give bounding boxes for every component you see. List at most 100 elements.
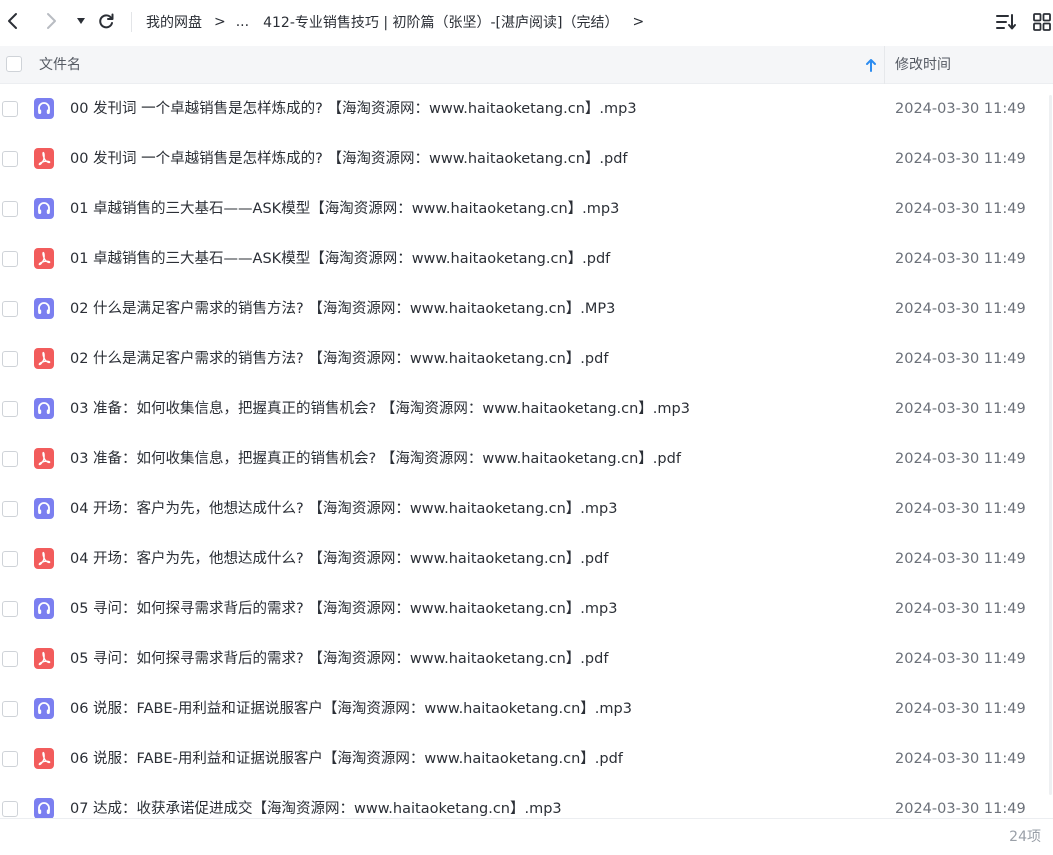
file-modified-time: 2024-03-30 11:49 [895, 551, 1026, 567]
caret-down-icon [77, 18, 85, 24]
file-row[interactable]: 07 达成：收获承诺促进成交【海淘资源网：www.haitaoketang.cn… [0, 784, 1053, 818]
breadcrumb-separator: > [214, 14, 226, 30]
file-row[interactable]: 01 卓越销售的三大基石——ASK模型【海淘资源网：www.haitaoketa… [0, 184, 1053, 234]
file-row[interactable]: 02 什么是满足客户需求的销售方法? 【海淘资源网：www.haitaoketa… [0, 334, 1053, 384]
breadcrumb-root[interactable]: 我的网盘 [146, 12, 202, 32]
file-row[interactable]: 06 说服：FABE-用利益和证据说服客户【海淘资源网：www.haitaoke… [0, 684, 1053, 734]
file-row[interactable]: 03 准备：如何收集信息，把握真正的销售机会? 【海淘资源网：www.haita… [0, 384, 1053, 434]
select-all-checkbox[interactable] [6, 56, 22, 72]
file-name[interactable]: 01 卓越销售的三大基石——ASK模型【海淘资源网：www.haitaoketa… [70, 184, 619, 234]
file-row[interactable]: 00 发刊词 一个卓越销售是怎样炼成的? 【海淘资源网：www.haitaoke… [0, 84, 1053, 134]
grid-icon [1033, 13, 1051, 31]
column-divider[interactable] [884, 46, 885, 84]
file-row[interactable]: 04 开场：客户为先，他想达成什么? 【海淘资源网：www.haitaoketa… [0, 484, 1053, 534]
pdf-icon [34, 548, 54, 569]
file-modified-time: 2024-03-30 11:49 [895, 601, 1026, 617]
grid-view-button[interactable] [1031, 11, 1053, 33]
file-name[interactable]: 01 卓越销售的三大基石——ASK模型【海淘资源网：www.haitaoketa… [70, 234, 610, 284]
breadcrumb-more[interactable]: > [632, 14, 644, 30]
pdf-icon [34, 248, 54, 269]
file-name[interactable]: 04 开场：客户为先，他想达成什么? 【海淘资源网：www.haitaoketa… [70, 534, 608, 584]
row-checkbox[interactable] [2, 751, 18, 767]
headphones-icon [34, 198, 54, 219]
file-name[interactable]: 04 开场：客户为先，他想达成什么? 【海淘资源网：www.haitaoketa… [70, 484, 617, 534]
column-header-name[interactable]: 文件名 [39, 46, 81, 84]
file-name[interactable]: 02 什么是满足客户需求的销售方法? 【海淘资源网：www.haitaoketa… [70, 334, 608, 384]
file-name[interactable]: 02 什么是满足客户需求的销售方法? 【海淘资源网：www.haitaoketa… [70, 284, 615, 334]
breadcrumb-ellipsis[interactable]: ... [236, 14, 249, 30]
file-modified-time: 2024-03-30 11:49 [895, 701, 1026, 717]
sort-ascending-icon[interactable] [864, 57, 878, 73]
headphones-icon [34, 98, 54, 119]
headphones-icon [34, 398, 54, 419]
chevron-left-icon [8, 13, 17, 29]
file-modified-time: 2024-03-30 11:49 [895, 751, 1026, 767]
breadcrumb-current: 412-专业销售技巧 | 初阶篇（张坚）-[湛庐阅读]（完结） [263, 15, 619, 31]
column-header-modified[interactable]: 修改时间 [895, 46, 951, 84]
file-name[interactable]: 00 发刊词 一个卓越销售是怎样炼成的? 【海淘资源网：www.haitaoke… [70, 84, 637, 134]
file-modified-time: 2024-03-30 11:49 [895, 401, 1026, 417]
refresh-icon [99, 13, 114, 29]
file-modified-time: 2024-03-30 11:49 [895, 151, 1026, 167]
file-row[interactable]: 05 寻问：如何探寻需求背后的需求? 【海淘资源网：www.haitaoketa… [0, 634, 1053, 684]
pdf-icon [34, 648, 54, 669]
headphones-icon [34, 698, 54, 719]
headphones-icon [34, 598, 54, 619]
file-name[interactable]: 03 准备：如何收集信息，把握真正的销售机会? 【海淘资源网：www.haita… [70, 384, 690, 434]
breadcrumb: 我的网盘 > ... 412-专业销售技巧 | 初阶篇（张坚）-[湛庐阅读]（完… [146, 0, 644, 44]
back-button[interactable] [2, 10, 24, 32]
pdf-icon [34, 748, 54, 769]
file-name[interactable]: 00 发刊词 一个卓越销售是怎样炼成的? 【海淘资源网：www.haitaoke… [70, 134, 628, 184]
file-modified-time: 2024-03-30 11:49 [895, 651, 1026, 667]
file-modified-time: 2024-03-30 11:49 [895, 251, 1026, 267]
row-checkbox[interactable] [2, 451, 18, 467]
file-modified-time: 2024-03-30 11:49 [895, 801, 1026, 817]
file-modified-time: 2024-03-30 11:49 [895, 301, 1026, 317]
file-row[interactable]: 04 开场：客户为先，他想达成什么? 【海淘资源网：www.haitaoketa… [0, 534, 1053, 584]
row-checkbox[interactable] [2, 401, 18, 417]
row-checkbox[interactable] [2, 801, 18, 817]
file-modified-time: 2024-03-30 11:49 [895, 451, 1026, 467]
file-row[interactable]: 02 什么是满足客户需求的销售方法? 【海淘资源网：www.haitaoketa… [0, 284, 1053, 334]
status-bar: 24项 [0, 818, 1053, 855]
file-row[interactable]: 03 准备：如何收集信息，把握真正的销售机会? 【海淘资源网：www.haita… [0, 434, 1053, 484]
row-checkbox[interactable] [2, 651, 18, 667]
row-checkbox[interactable] [2, 601, 18, 617]
file-list: 00 发刊词 一个卓越销售是怎样炼成的? 【海淘资源网：www.haitaoke… [0, 84, 1053, 818]
file-name[interactable]: 03 准备：如何收集信息，把握真正的销售机会? 【海淘资源网：www.haita… [70, 434, 681, 484]
file-modified-time: 2024-03-30 11:49 [895, 501, 1026, 517]
toolbar-divider [131, 12, 132, 32]
file-modified-time: 2024-03-30 11:49 [895, 201, 1026, 217]
file-name[interactable]: 05 寻问：如何探寻需求背后的需求? 【海淘资源网：www.haitaoketa… [70, 634, 608, 684]
file-row[interactable]: 01 卓越销售的三大基石——ASK模型【海淘资源网：www.haitaoketa… [0, 234, 1053, 284]
row-checkbox[interactable] [2, 701, 18, 717]
row-checkbox[interactable] [2, 301, 18, 317]
pdf-icon [34, 348, 54, 369]
file-row[interactable]: 06 说服：FABE-用利益和证据说服客户【海淘资源网：www.haitaoke… [0, 734, 1053, 784]
file-name[interactable]: 05 寻问：如何探寻需求背后的需求? 【海淘资源网：www.haitaoketa… [70, 584, 617, 634]
file-modified-time: 2024-03-30 11:49 [895, 101, 1026, 117]
file-browser: 我的网盘 > ... 412-专业销售技巧 | 初阶篇（张坚）-[湛庐阅读]（完… [0, 0, 1053, 855]
row-checkbox[interactable] [2, 101, 18, 117]
scrollbar[interactable] [1049, 95, 1052, 795]
headphones-icon [34, 798, 54, 818]
row-checkbox[interactable] [2, 501, 18, 517]
row-checkbox[interactable] [2, 201, 18, 217]
file-modified-time: 2024-03-30 11:49 [895, 351, 1026, 367]
row-checkbox[interactable] [2, 551, 18, 567]
history-dropdown-button[interactable] [70, 10, 92, 32]
headphones-icon [34, 498, 54, 519]
file-name[interactable]: 06 说服：FABE-用利益和证据说服客户【海淘资源网：www.haitaoke… [70, 734, 623, 784]
chevron-right-icon [47, 13, 56, 29]
row-checkbox[interactable] [2, 151, 18, 167]
refresh-button[interactable] [95, 10, 117, 32]
file-row[interactable]: 05 寻问：如何探寻需求背后的需求? 【海淘资源网：www.haitaoketa… [0, 584, 1053, 634]
row-checkbox[interactable] [2, 251, 18, 267]
sort-button[interactable] [995, 11, 1017, 33]
forward-button[interactable] [40, 10, 62, 32]
pdf-icon [34, 148, 54, 169]
row-checkbox[interactable] [2, 351, 18, 367]
file-name[interactable]: 06 说服：FABE-用利益和证据说服客户【海淘资源网：www.haitaoke… [70, 684, 632, 734]
file-name[interactable]: 07 达成：收获承诺促进成交【海淘资源网：www.haitaoketang.cn… [70, 784, 562, 818]
file-row[interactable]: 00 发刊词 一个卓越销售是怎样炼成的? 【海淘资源网：www.haitaoke… [0, 134, 1053, 184]
